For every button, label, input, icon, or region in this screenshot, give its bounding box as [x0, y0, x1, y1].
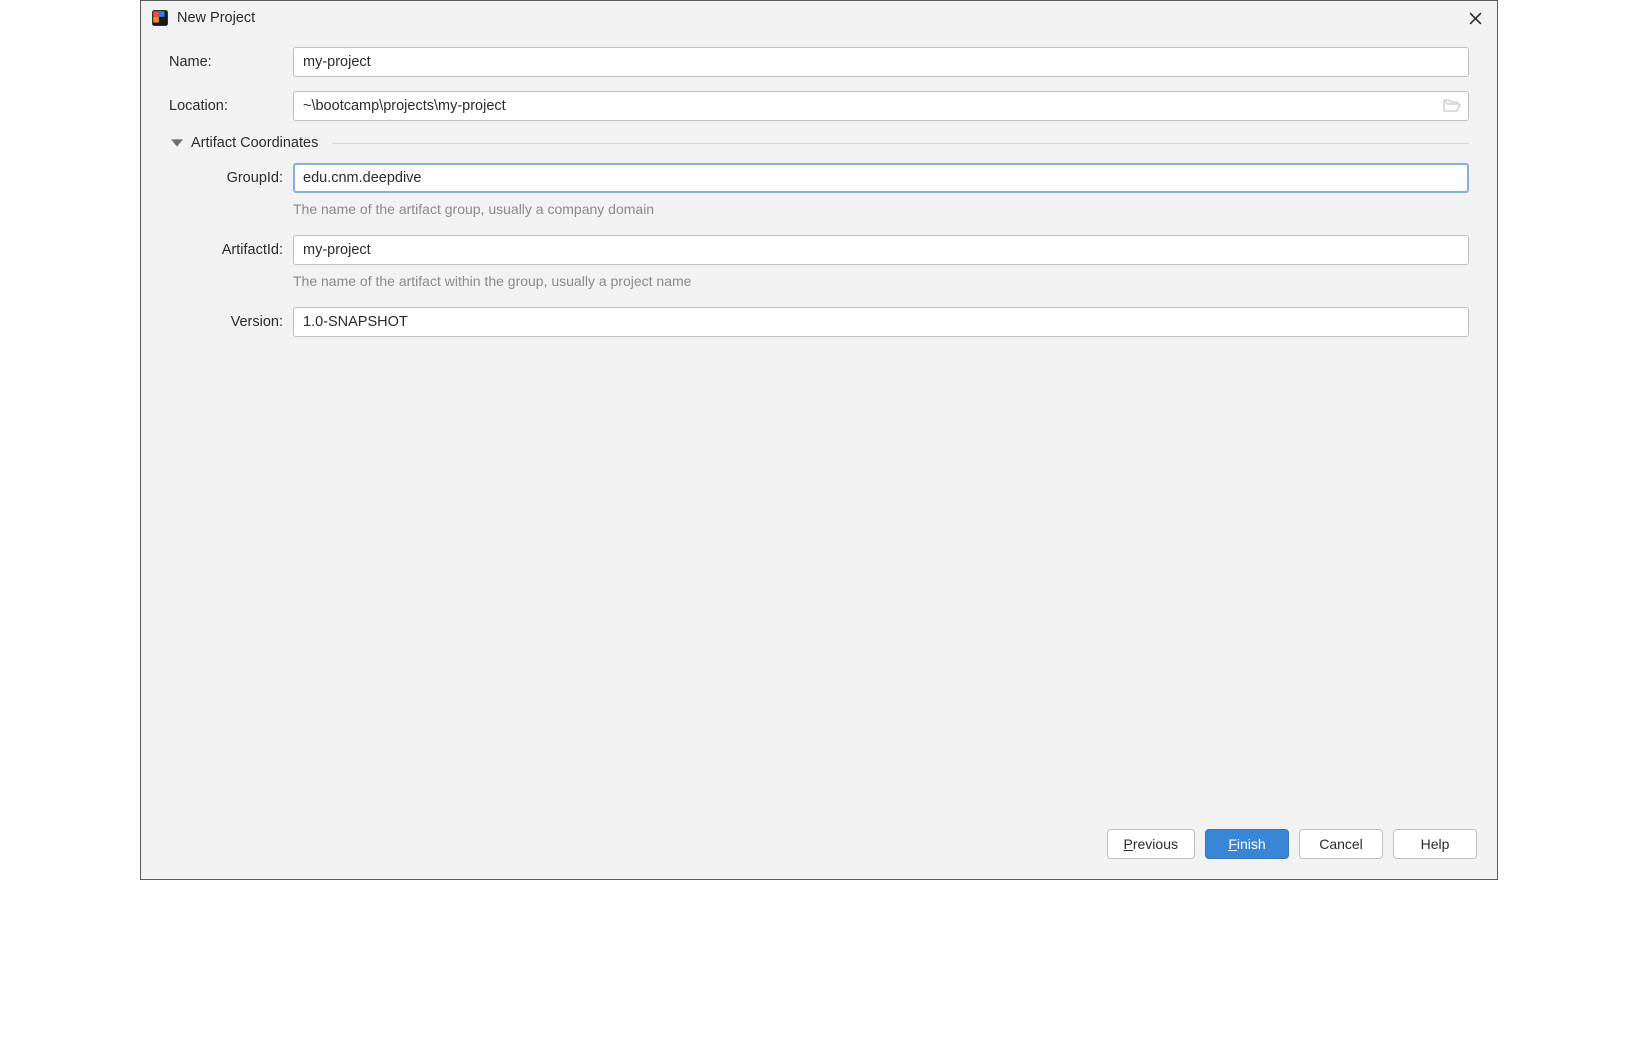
location-label: Location: — [169, 98, 293, 114]
dialog-content: Name: Location: Artifact Coordi — [141, 35, 1497, 823]
dialog-footer: Previous Finish Cancel Help — [141, 823, 1497, 879]
previous-button[interactable]: Previous — [1107, 829, 1195, 859]
folder-open-icon — [1443, 99, 1461, 113]
finish-button[interactable]: Finish — [1205, 829, 1289, 859]
previous-button-rest: revious — [1133, 836, 1178, 852]
finish-button-rest: inish — [1237, 836, 1266, 852]
close-button[interactable] — [1461, 4, 1489, 32]
name-label: Name: — [169, 54, 293, 70]
chevron-down-icon — [171, 137, 183, 149]
artifact-coordinates-toggle[interactable]: Artifact Coordinates — [171, 135, 1469, 151]
name-input[interactable] — [293, 47, 1469, 77]
help-button[interactable]: Help — [1393, 829, 1477, 859]
section-title: Artifact Coordinates — [191, 135, 318, 151]
location-input[interactable] — [293, 91, 1469, 121]
version-label: Version: — [201, 314, 293, 330]
titlebar: New Project — [141, 1, 1497, 35]
window-title: New Project — [177, 10, 255, 26]
close-icon — [1469, 12, 1482, 25]
version-input[interactable] — [293, 307, 1469, 337]
browse-folder-button[interactable] — [1443, 99, 1461, 113]
section-divider — [332, 143, 1469, 144]
groupid-input[interactable] — [293, 163, 1469, 193]
artifactid-hint: The name of the artifact within the grou… — [293, 273, 691, 289]
artifactid-input[interactable] — [293, 235, 1469, 265]
cancel-button[interactable]: Cancel — [1299, 829, 1383, 859]
app-icon — [151, 9, 169, 27]
artifact-coordinates-section: GroupId: The name of the artifact group,… — [169, 163, 1469, 337]
groupid-hint: The name of the artifact group, usually … — [293, 201, 654, 217]
artifactid-label: ArtifactId: — [201, 242, 293, 258]
groupid-label: GroupId: — [201, 170, 293, 186]
new-project-dialog: New Project Name: Location: — [140, 0, 1498, 880]
